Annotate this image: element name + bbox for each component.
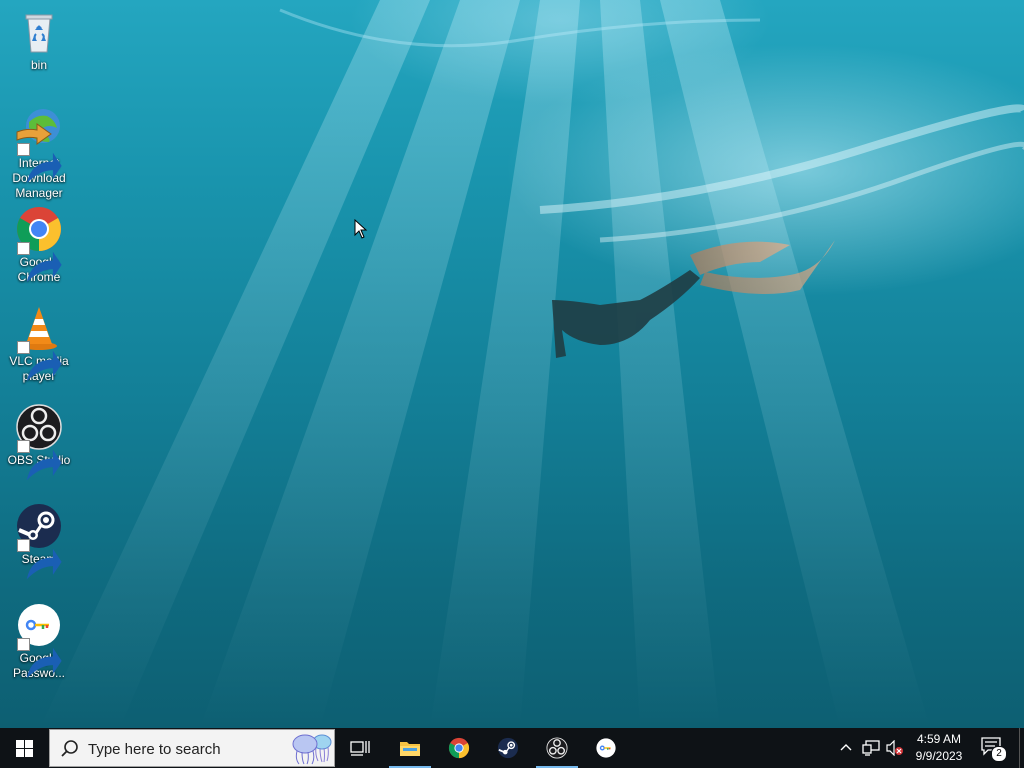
mouse-cursor-icon [354, 219, 368, 239]
show-desktop-button[interactable] [1019, 728, 1024, 768]
taskbar-google-password-button[interactable] [582, 728, 630, 768]
shortcut-arrow-icon [17, 143, 62, 184]
clock-date: 9/9/2023 [915, 749, 963, 763]
chrome-icon [448, 737, 470, 759]
desktop-icon-google-password[interactable]: Google Passwo... [1, 601, 77, 681]
desktop-icon-recycle-bin[interactable]: bin [1, 8, 77, 73]
idm-icon [15, 106, 63, 184]
wallpaper [40, 0, 1024, 728]
vlc-icon [15, 304, 63, 382]
taskbar-task-view-button[interactable] [336, 728, 384, 768]
search-placeholder: Type here to search [88, 741, 221, 758]
chevron-up-icon [840, 744, 852, 751]
shortcut-arrow-icon [17, 539, 62, 580]
chrome-icon [15, 205, 63, 283]
volume-button[interactable] [884, 728, 906, 768]
desktop-icon-google-chrome[interactable]: Google Chrome [1, 205, 77, 285]
shortcut-arrow-icon [17, 638, 62, 679]
shortcut-arrow-icon [17, 242, 62, 283]
task-view-icon [350, 741, 370, 756]
desktop[interactable]: bin Internet Download Manager Google Chr… [0, 0, 1024, 728]
windows-logo-icon [16, 740, 33, 757]
desktop-icon-internet-download-manager[interactable]: Internet Download Manager [1, 106, 77, 201]
desktop-icon-steam[interactable]: Steam [1, 502, 77, 580]
taskbar-chrome-button[interactable] [435, 728, 483, 768]
desktop-icon-obs-studio[interactable]: OBS Studio [1, 403, 77, 481]
obs-icon [15, 403, 63, 481]
taskbar: Type here to search 4:59 AM 9/9/2023 2 [0, 728, 1024, 768]
network-status-button[interactable] [858, 728, 882, 768]
obs-icon [546, 737, 568, 759]
show-hidden-icons-button[interactable] [836, 728, 856, 768]
taskbar-search-box[interactable]: Type here to search [49, 729, 335, 767]
google-password-icon [15, 601, 63, 679]
taskbar-obs-button[interactable] [533, 728, 581, 768]
start-button[interactable] [0, 728, 48, 768]
network-icon [862, 740, 880, 756]
search-highlight-jellyfish-large-icon [292, 734, 318, 765]
google-password-icon [596, 738, 616, 758]
recycle-bin-icon [15, 8, 63, 56]
shortcut-arrow-icon [17, 341, 62, 382]
steam-icon [15, 502, 63, 580]
desktop-icon-label: bin [30, 58, 47, 72]
folder-icon [400, 742, 420, 756]
notification-count-badge: 2 [991, 746, 1007, 762]
search-icon [61, 740, 78, 757]
clock-time: 4:59 AM [916, 732, 962, 746]
steam-icon [497, 737, 519, 759]
action-center-button[interactable]: 2 [980, 736, 1007, 762]
taskbar-clock[interactable]: 4:59 AM 9/9/2023 [905, 731, 973, 765]
desktop-icon-vlc-media-player[interactable]: VLC media player [1, 304, 77, 384]
volume-muted-icon [886, 740, 903, 756]
shortcut-arrow-icon [17, 440, 62, 481]
taskbar-file-explorer-button[interactable] [386, 728, 434, 768]
taskbar-steam-button[interactable] [484, 728, 532, 768]
